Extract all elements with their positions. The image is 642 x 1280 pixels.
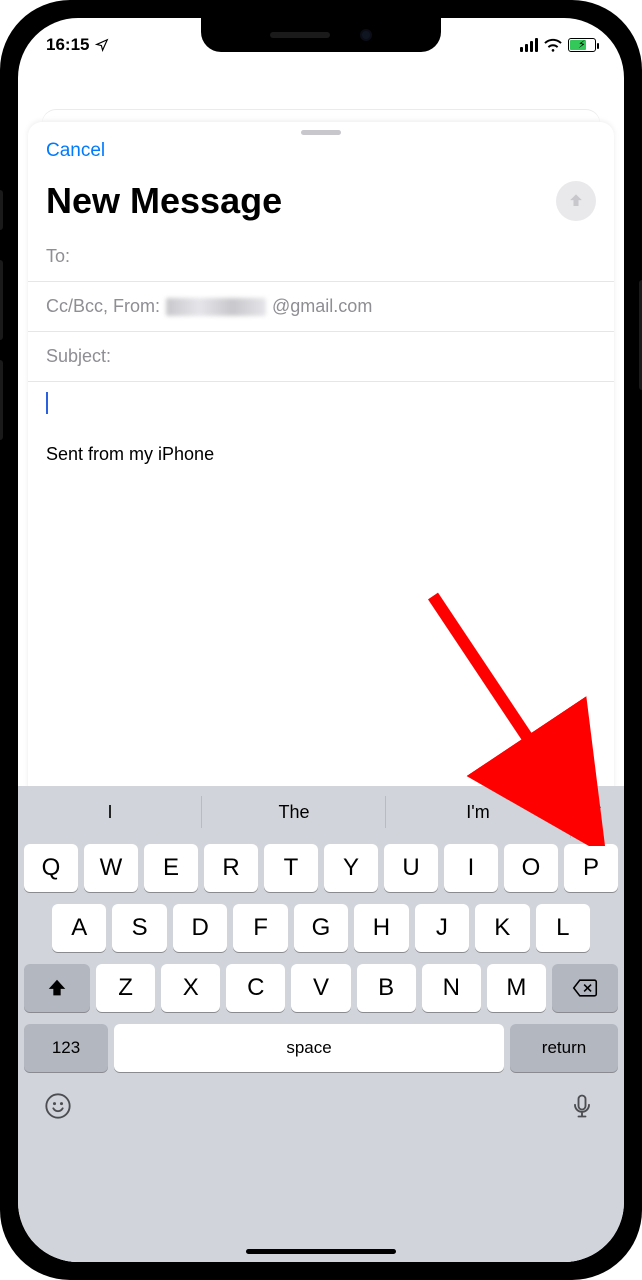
from-domain: @gmail.com bbox=[272, 296, 372, 317]
home-indicator[interactable] bbox=[246, 1249, 396, 1254]
key-b[interactable]: B bbox=[357, 964, 416, 1012]
key-h[interactable]: H bbox=[354, 904, 408, 952]
key-e[interactable]: E bbox=[144, 844, 198, 892]
cellular-icon bbox=[520, 38, 538, 52]
suggestion-1[interactable]: I bbox=[18, 786, 202, 838]
keyboard: I The I'm QWERTYUIOP ASDFGHJKL ZXCVBNM bbox=[18, 786, 624, 1262]
key-t[interactable]: T bbox=[264, 844, 318, 892]
key-q[interactable]: Q bbox=[24, 844, 78, 892]
space-key[interactable]: space bbox=[114, 1024, 504, 1072]
key-y[interactable]: Y bbox=[324, 844, 378, 892]
key-n[interactable]: N bbox=[422, 964, 481, 1012]
key-m[interactable]: M bbox=[487, 964, 546, 1012]
ccbcc-from-field[interactable]: Cc/Bcc, From: @gmail.com bbox=[28, 282, 614, 332]
numbers-key[interactable]: 123 bbox=[24, 1024, 108, 1072]
cancel-button[interactable]: Cancel bbox=[46, 140, 105, 162]
key-o[interactable]: O bbox=[504, 844, 558, 892]
sheet-grabber[interactable] bbox=[301, 130, 341, 135]
key-l[interactable]: L bbox=[536, 904, 590, 952]
volume-down bbox=[0, 360, 3, 440]
key-z[interactable]: Z bbox=[96, 964, 155, 1012]
suggestion-3[interactable]: I'm bbox=[386, 786, 570, 838]
text-cursor bbox=[46, 392, 48, 414]
page-title: New Message bbox=[46, 180, 282, 222]
key-f[interactable]: F bbox=[233, 904, 287, 952]
wifi-icon bbox=[544, 38, 562, 52]
ccbcc-label: Cc/Bcc, From: bbox=[46, 296, 160, 317]
notch bbox=[201, 18, 441, 52]
key-u[interactable]: U bbox=[384, 844, 438, 892]
mute-switch bbox=[0, 190, 3, 230]
battery-icon: ⚡︎ bbox=[568, 38, 596, 52]
key-s[interactable]: S bbox=[112, 904, 166, 952]
status-time: 16:15 bbox=[46, 35, 89, 55]
key-k[interactable]: K bbox=[475, 904, 529, 952]
send-button[interactable] bbox=[556, 181, 596, 221]
phone-frame: 16:15 ⚡︎ Cancel bbox=[0, 0, 642, 1280]
key-x[interactable]: X bbox=[161, 964, 220, 1012]
shift-key[interactable] bbox=[24, 964, 90, 1012]
signature: Sent from my iPhone bbox=[46, 444, 596, 465]
key-v[interactable]: V bbox=[291, 964, 350, 1012]
key-c[interactable]: C bbox=[226, 964, 285, 1012]
emoji-key[interactable] bbox=[44, 1092, 74, 1122]
key-w[interactable]: W bbox=[84, 844, 138, 892]
screen: 16:15 ⚡︎ Cancel bbox=[18, 18, 624, 1262]
return-key[interactable]: return bbox=[510, 1024, 618, 1072]
key-d[interactable]: D bbox=[173, 904, 227, 952]
volume-up bbox=[0, 260, 3, 340]
key-j[interactable]: J bbox=[415, 904, 469, 952]
from-address-redacted bbox=[166, 298, 266, 316]
suggestion-2[interactable]: The bbox=[202, 786, 386, 838]
message-body[interactable]: Sent from my iPhone bbox=[28, 382, 614, 475]
key-g[interactable]: G bbox=[294, 904, 348, 952]
key-p[interactable]: P bbox=[564, 844, 618, 892]
backspace-key[interactable] bbox=[552, 964, 618, 1012]
key-r[interactable]: R bbox=[204, 844, 258, 892]
key-i[interactable]: I bbox=[444, 844, 498, 892]
location-icon bbox=[95, 38, 109, 52]
to-label: To: bbox=[46, 246, 70, 267]
subject-field[interactable]: Subject: bbox=[28, 332, 614, 382]
subject-label: Subject: bbox=[46, 346, 111, 367]
suggestion-bar: I The I'm bbox=[18, 786, 624, 838]
suggestion-collapse-button[interactable] bbox=[570, 786, 624, 838]
dictation-key[interactable] bbox=[568, 1092, 598, 1122]
key-a[interactable]: A bbox=[52, 904, 106, 952]
to-field[interactable]: To: bbox=[28, 232, 614, 282]
